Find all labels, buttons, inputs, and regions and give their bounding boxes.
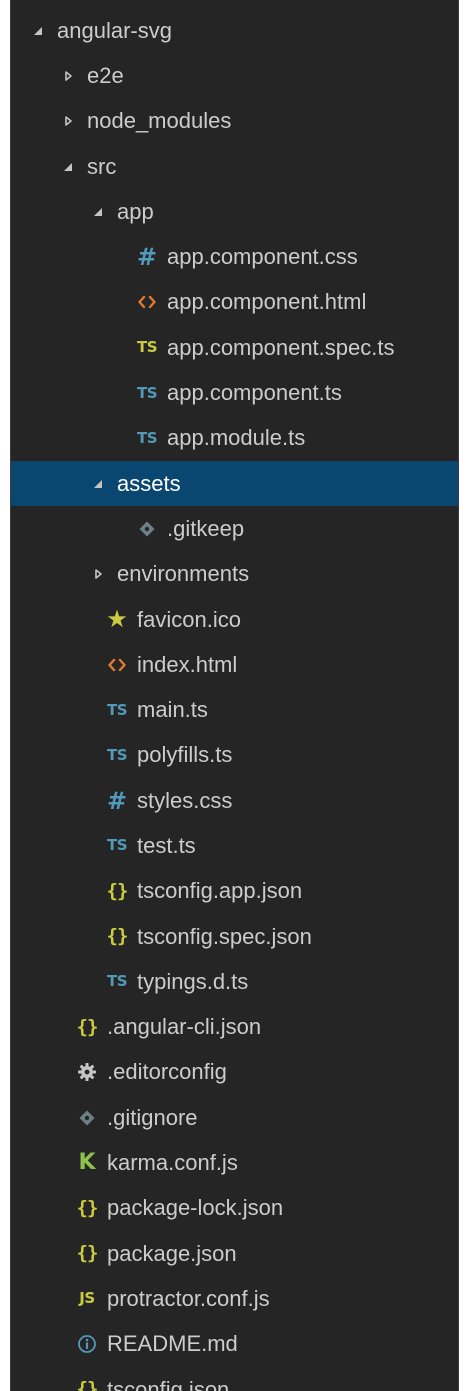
tree-item-label: styles.css [137, 787, 233, 813]
html-file-icon [105, 658, 129, 672]
json-file-icon: {} [106, 925, 129, 948]
tree-file-dot-editorconfig[interactable]: .editorconfig [11, 1050, 458, 1095]
file-explorer-panel: angular-svg e2e node_modulessrc app # app.com… [10, 0, 459, 1391]
tree-file-favicon-ico[interactable]: ★ favicon.ico [11, 597, 458, 642]
json-file-icon: {} [76, 1196, 99, 1219]
tree-item-label: .gitkeep [167, 515, 245, 541]
tree-item-label: .editorconfig [107, 1059, 227, 1085]
json-file-icon: {} [76, 1378, 99, 1391]
tree-file-app-component-ts[interactable]: TS app.component.ts [11, 370, 458, 415]
tree-folder-src[interactable]: src [11, 144, 458, 189]
tree-item-label: tsconfig.json [107, 1376, 230, 1391]
tree-item-label: e2e [87, 62, 124, 88]
tree-file-app-component-spec-ts[interactable]: TS app.component.spec.ts [11, 325, 458, 370]
js-file-icon: JS [79, 1289, 95, 1308]
gear-icon [75, 1062, 99, 1082]
tree-file-app-component-html[interactable]: app.component.html [11, 280, 458, 325]
tree-item-label: environments [117, 561, 250, 587]
ts-file-icon: TS [106, 972, 128, 991]
favicon-star-icon: ★ [106, 605, 128, 633]
tree-file-tsconfig-spec-json[interactable]: {} tsconfig.spec.json [11, 914, 458, 959]
chevron-right-icon[interactable] [57, 114, 79, 128]
tree-item-label: assets [117, 470, 181, 496]
tree-file-readme-md[interactable]: README.md [11, 1322, 458, 1367]
tree-item-label: app.component.ts [167, 380, 342, 406]
chevron-right-icon[interactable] [57, 69, 79, 83]
css-file-icon: # [136, 243, 158, 272]
tree-item-label: tsconfig.spec.json [137, 923, 312, 949]
info-file-icon [75, 1334, 99, 1354]
ts-spec-file-icon: TS [136, 338, 158, 357]
tree-file-dot-gitkeep[interactable]: .gitkeep [11, 506, 458, 551]
tree-item-label: index.html [137, 651, 238, 677]
tree-item-label: app.component.spec.ts [167, 334, 395, 360]
tree-item-label: package.json [107, 1240, 237, 1266]
tree-folder-angular-svg[interactable]: angular-svg [11, 8, 458, 53]
git-file-icon [75, 1109, 99, 1127]
chevron-right-icon[interactable] [87, 567, 109, 581]
tree-item-label: typings.d.ts [137, 968, 249, 994]
html-file-icon [135, 295, 159, 309]
tree-file-polyfills-ts[interactable]: TS polyfills.ts [11, 733, 458, 778]
tree-file-typings-d-ts[interactable]: TS typings.d.ts [11, 959, 458, 1004]
tree-folder-assets[interactable]: assets [11, 460, 458, 507]
tree-file-test-ts[interactable]: TS test.ts [11, 823, 458, 868]
tree-file-karma-conf-js[interactable]: Kkarma.conf.js [11, 1140, 458, 1185]
tree-folder-environments[interactable]: environments [11, 552, 458, 597]
chevron-down-icon[interactable] [27, 24, 49, 38]
ts-file-icon: TS [106, 745, 128, 764]
tree-file-protractor-conf-js[interactable]: JS protractor.conf.js [11, 1276, 458, 1321]
tree-file-styles-css[interactable]: # styles.css [11, 778, 458, 823]
tree-folder-node-modules[interactable]: node_modules [11, 99, 458, 144]
tree-file-tsconfig-app-json[interactable]: {} tsconfig.app.json [11, 869, 458, 914]
json-file-icon: {} [106, 879, 129, 902]
ts-file-icon: TS [136, 383, 158, 402]
tree-file-main-ts[interactable]: TS main.ts [11, 687, 458, 732]
tree-item-label: app [117, 198, 154, 224]
chevron-down-icon[interactable] [57, 160, 79, 174]
tree-item-label: tsconfig.app.json [137, 878, 303, 904]
tree-file-package-json[interactable]: {} package.json [11, 1231, 458, 1276]
file-tree: angular-svg e2e node_modulessrc app # app.com… [11, 0, 458, 1391]
tree-folder-app[interactable]: app [11, 189, 458, 234]
ts-file-icon: TS [106, 836, 128, 855]
ts-file-icon: TS [106, 700, 128, 719]
tree-file-app-component-css[interactable]: # app.component.css [11, 234, 458, 279]
tree-item-label: node_modules [87, 108, 232, 134]
tree-item-label: .angular-cli.json [107, 1014, 262, 1040]
tree-file-dot-angular-cli-json[interactable]: {} .angular-cli.json [11, 1005, 458, 1050]
chevron-down-icon[interactable] [87, 205, 109, 219]
tree-item-label: polyfills.ts [137, 742, 233, 768]
tree-item-label: app.module.ts [167, 425, 306, 451]
css-file-icon: # [106, 786, 128, 815]
json-file-icon: {} [76, 1242, 99, 1265]
tree-item-label: protractor.conf.js [107, 1285, 270, 1311]
tree-item-label: README.md [107, 1331, 238, 1357]
tree-file-app-module-ts[interactable]: TS app.module.ts [11, 416, 458, 461]
tree-item-label: favicon.ico [137, 606, 241, 632]
tree-item-label: app.component.html [167, 289, 367, 315]
tree-item-label: karma.conf.js [107, 1150, 238, 1176]
tree-item-label: src [87, 153, 117, 179]
karma-file-icon: K [78, 1150, 96, 1176]
git-file-icon [135, 520, 159, 538]
tree-item-label: angular-svg [57, 17, 172, 43]
tree-item-label: package-lock.json [107, 1195, 284, 1221]
tree-file-package-lock-json[interactable]: {} package-lock.json [11, 1186, 458, 1231]
tree-file-tsconfig-json[interactable]: {} tsconfig.json [11, 1367, 458, 1391]
tree-item-label: test.ts [137, 832, 196, 858]
tree-item-label: .gitignore [107, 1104, 198, 1130]
tree-item-label: main.ts [137, 697, 208, 723]
ts-file-icon: TS [136, 428, 158, 447]
json-file-icon: {} [76, 1015, 99, 1038]
tree-folder-e2e[interactable]: e2e [11, 53, 458, 98]
chevron-down-icon[interactable] [87, 477, 109, 491]
tree-item-label: app.component.css [167, 244, 358, 270]
tree-file-dot-gitignore[interactable]: .gitignore [11, 1095, 458, 1140]
tree-file-index-html[interactable]: index.html [11, 642, 458, 687]
